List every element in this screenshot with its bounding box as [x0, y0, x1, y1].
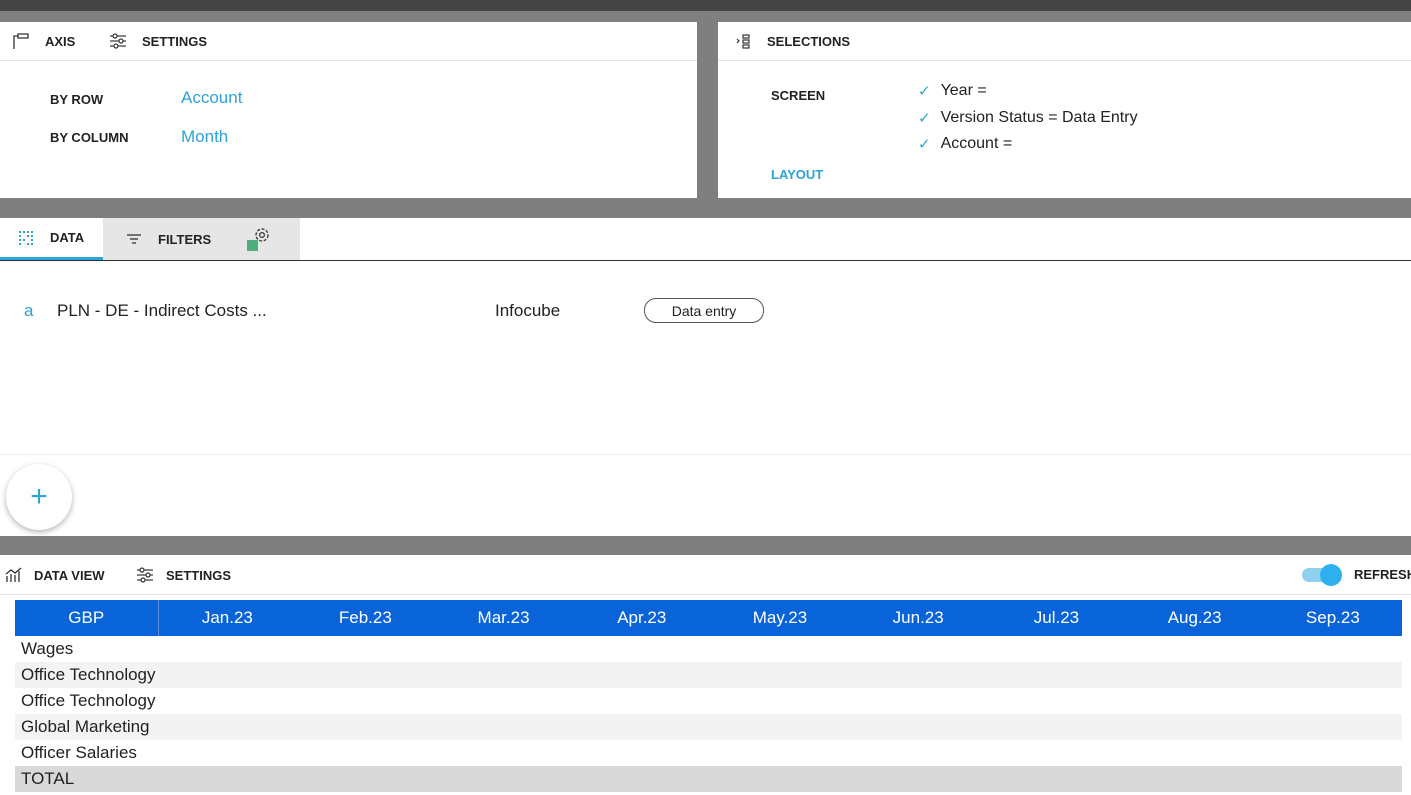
column-header[interactable]: Feb.23: [296, 600, 435, 636]
tab-filters-label: FILTERS: [158, 231, 212, 247]
tab-axis-label: AXIS: [45, 33, 76, 49]
data-grid: GBP Jan.23 Feb.23 Mar.23 Apr.23 May.23 J…: [15, 600, 1402, 792]
tab-settings[interactable]: SETTINGS: [109, 32, 207, 50]
tab-data-view-settings[interactable]: SETTINGS: [136, 566, 231, 584]
selection-item[interactable]: ✓ Year =: [918, 82, 987, 100]
layout-link[interactable]: LAYOUT: [771, 167, 823, 182]
selections-panel: SELECTIONS SCREEN ✓ Year = ✓ Version Sta…: [718, 22, 1411, 198]
sliders-icon: [136, 566, 154, 584]
selection-item-text: Account =: [940, 135, 1013, 152]
axis-panel: AXIS SETTINGS BY ROW Account BY COLUMN M…: [0, 22, 697, 198]
tab-data-view[interactable]: DATA VIEW: [5, 566, 105, 584]
column-header[interactable]: Jul.23: [987, 600, 1126, 636]
by-row-label: BY ROW: [50, 92, 104, 107]
row-label[interactable]: Office Technology: [15, 688, 158, 714]
filter-icon: [125, 230, 143, 248]
total-label: TOTAL: [15, 766, 158, 792]
total-row: TOTAL: [15, 766, 1402, 792]
tab-data[interactable]: DATA: [0, 218, 103, 260]
selections-icon: [736, 32, 754, 50]
tab-underline: [0, 260, 1411, 261]
tab-data-view-label: DATA VIEW: [34, 567, 105, 583]
by-column-value[interactable]: Month: [181, 127, 228, 147]
tab-settings-label: SETTINGS: [142, 33, 208, 49]
tab-filters[interactable]: FILTERS: [125, 218, 211, 260]
sliders-icon: [109, 32, 127, 50]
data-panel: DATA FILTERS a PLN - DE - Indirect Costs…: [0, 218, 1411, 536]
check-icon: ✓: [918, 110, 931, 127]
tab-axis[interactable]: AXIS: [12, 32, 75, 50]
data-grid-icon: [18, 229, 36, 247]
by-column-label: BY COLUMN: [50, 130, 129, 145]
data-entry-badge[interactable]: Data entry: [644, 298, 764, 323]
source-type: Infocube: [495, 301, 561, 320]
divider: [0, 60, 697, 61]
add-button[interactable]: +: [6, 464, 72, 530]
data-view-panel: DATA VIEW SETTINGS REFRESH GBP Jan.23 Fe…: [0, 555, 1411, 795]
chart-icon: [5, 566, 23, 584]
source-letter: a: [24, 301, 34, 320]
check-icon: ✓: [918, 136, 931, 153]
table-row: Office Technology: [15, 662, 1402, 688]
source-name[interactable]: PLN - DE - Indirect Costs ...: [57, 301, 267, 321]
tab-data-settings[interactable]: [246, 218, 272, 260]
axis-icon: [12, 32, 30, 50]
column-header[interactable]: Apr.23: [572, 600, 711, 636]
divider: [0, 594, 1411, 595]
table-row: Global Marketing: [15, 714, 1402, 740]
selection-item-text: Year =: [940, 82, 987, 99]
table-row: Office Technology: [15, 688, 1402, 714]
toggle-knob: [1320, 564, 1342, 586]
tab-settings-label: SETTINGS: [166, 567, 232, 583]
currency-header: GBP: [15, 600, 159, 636]
row-label[interactable]: Wages: [15, 636, 158, 662]
selection-item[interactable]: ✓ Account =: [918, 135, 1012, 153]
column-header[interactable]: May.23: [710, 600, 850, 636]
refresh-label: REFRESH: [1354, 567, 1411, 582]
check-icon: ✓: [918, 83, 931, 100]
tab-selections-label: SELECTIONS: [767, 33, 851, 49]
grid-header-row: GBP Jan.23 Feb.23 Mar.23 Apr.23 May.23 J…: [15, 600, 1402, 636]
gear-status-icon: [246, 226, 272, 252]
refresh-toggle[interactable]: [1302, 564, 1342, 586]
selection-item[interactable]: ✓ Version Status = Data Entry: [918, 109, 1138, 127]
selection-item-text: Version Status = Data Entry: [940, 109, 1138, 126]
column-header[interactable]: Sep.23: [1263, 600, 1402, 636]
by-row-value[interactable]: Account: [181, 88, 242, 108]
app-top-bar: [0, 0, 1411, 11]
row-label[interactable]: Global Marketing: [15, 714, 158, 740]
column-header[interactable]: Jun.23: [849, 600, 988, 636]
divider: [718, 60, 1411, 61]
table-row: Officer Salaries: [15, 740, 1402, 766]
table-row: Wages: [15, 636, 1402, 662]
divider: [0, 454, 1411, 455]
screen-label: SCREEN: [771, 88, 826, 103]
column-header[interactable]: Mar.23: [434, 600, 573, 636]
column-header[interactable]: Jan.23: [158, 600, 297, 636]
row-label[interactable]: Office Technology: [15, 662, 158, 688]
row-label[interactable]: Officer Salaries: [15, 740, 158, 766]
tab-data-label: DATA: [50, 230, 85, 245]
column-header[interactable]: Aug.23: [1125, 600, 1264, 636]
tab-selections[interactable]: SELECTIONS: [736, 32, 850, 50]
